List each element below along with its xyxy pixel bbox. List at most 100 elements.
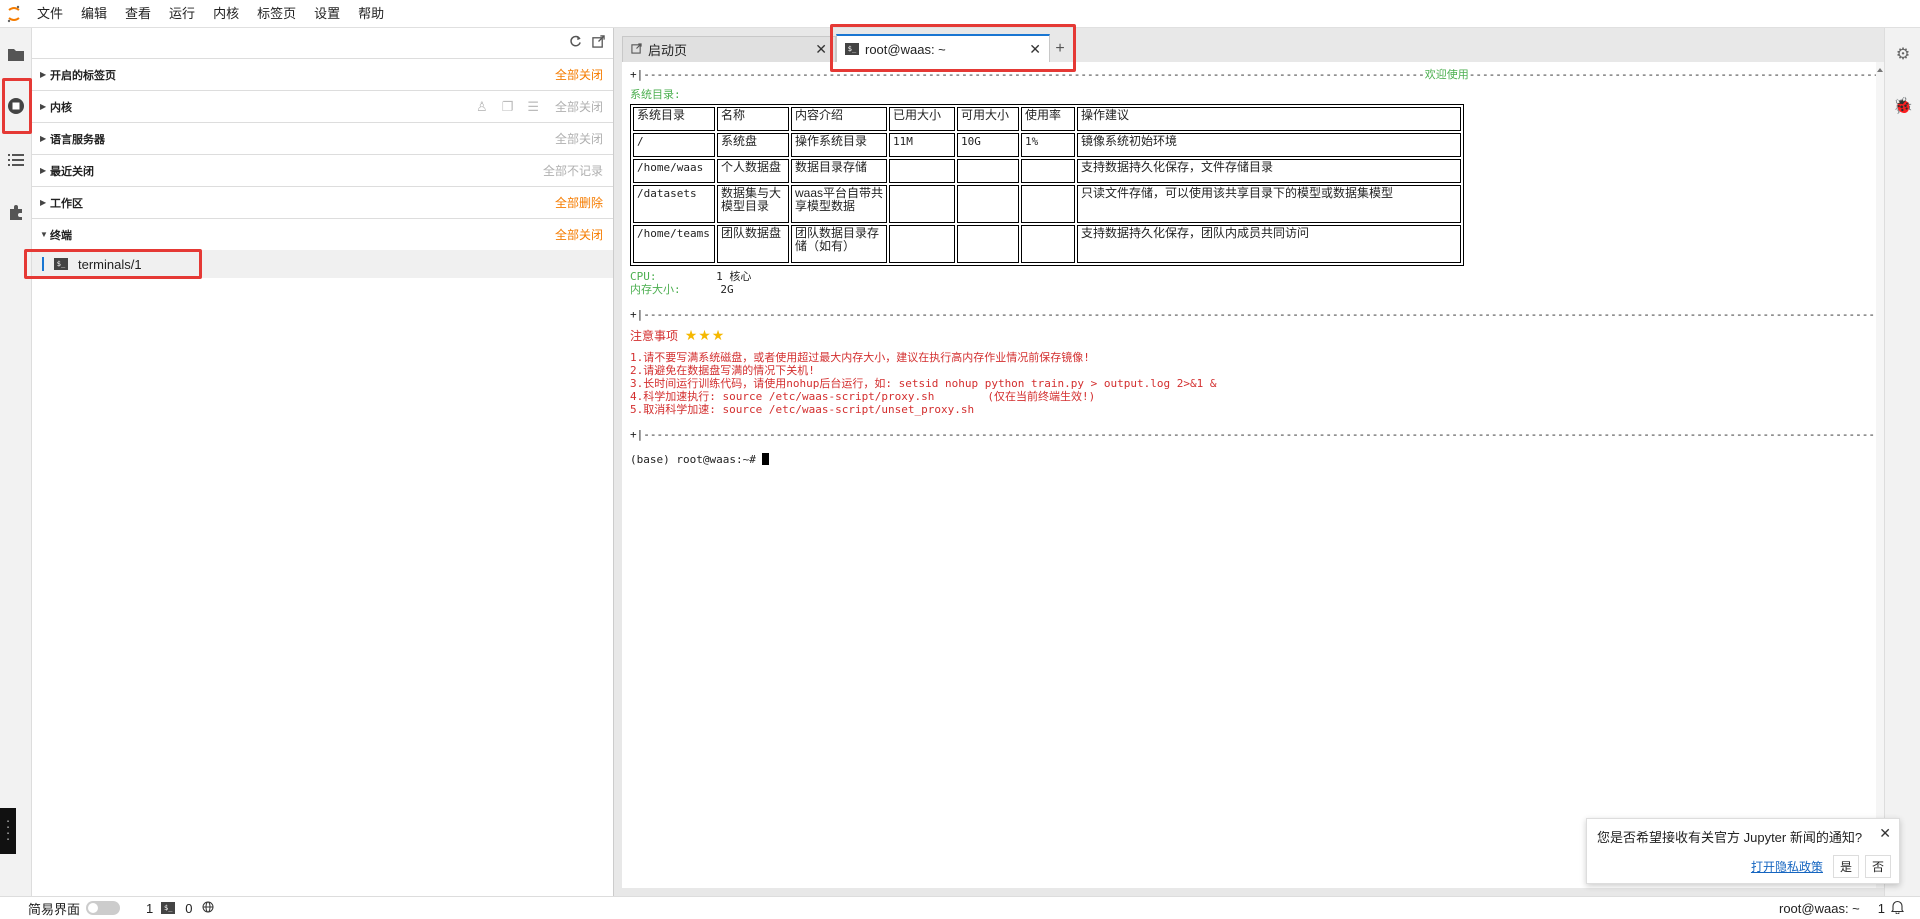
- tab-launcher[interactable]: 启动页 ✕: [622, 36, 836, 62]
- terminal-icon: $_: [161, 902, 176, 914]
- section-title: 内核: [50, 101, 72, 114]
- tab-terminal[interactable]: $_ root@waas: ~ ✕: [836, 34, 1050, 62]
- table-header-cell: 系统目录: [633, 107, 715, 131]
- refresh-icon[interactable]: [569, 35, 582, 51]
- terminal-output[interactable]: +|--------------------------------------…: [622, 62, 1876, 888]
- terminal-list-item[interactable]: $_ terminals/1: [32, 250, 613, 278]
- caret-right-icon: ▶: [40, 102, 47, 111]
- table-header-cell: 可用大小: [957, 107, 1019, 131]
- menu-run[interactable]: 运行: [160, 0, 204, 28]
- cpu-line: CPU: 1 核心: [630, 270, 752, 283]
- list-icon[interactable]: ☰: [527, 99, 539, 115]
- table-header-cell: 名称: [717, 107, 789, 131]
- notice-item: 1.请不要写满系统磁盘，或者使用超过最大内存大小，建议在执行高内存作业情况前保存…: [630, 351, 1090, 364]
- section-title: 最近关闭: [50, 165, 94, 178]
- section-open-tabs[interactable]: ▶ 开启的标签页 全部关闭: [32, 58, 613, 90]
- section-title: 工作区: [50, 197, 83, 210]
- table-cell: [957, 185, 1019, 223]
- memory-line: 内存大小: 2G: [630, 283, 734, 296]
- delete-all-workspaces-button[interactable]: 全部删除: [555, 194, 603, 211]
- copy-icon[interactable]: ❐: [502, 99, 514, 115]
- sidebar-widget-badge: ▪▪▪▪: [0, 808, 16, 854]
- section-recently-closed[interactable]: ▶ 最近关闭 全部不记录: [32, 154, 613, 186]
- terminal-scrollbar[interactable]: [1876, 62, 1884, 888]
- table-cell: 1%: [1021, 133, 1075, 157]
- table-cell: 系统盘: [717, 133, 789, 157]
- table-of-contents-icon[interactable]: [0, 142, 32, 178]
- menu-kernel[interactable]: 内核: [204, 0, 248, 28]
- section-kernels[interactable]: ▶ 内核 ♙ ❐ ☰ 全部关闭: [32, 90, 613, 122]
- privacy-policy-link[interactable]: 打开隐私政策: [1747, 856, 1827, 877]
- simple-mode-label: 简易界面: [28, 901, 81, 917]
- folder-icon[interactable]: [0, 36, 32, 72]
- table-header-cell: 已用大小: [889, 107, 955, 131]
- table-row: /datasets 数据集与大模型目录 waas平台自带共享模型数据 只读文件存…: [633, 185, 1461, 223]
- forget-all-button[interactable]: 全部不记录: [543, 162, 603, 179]
- running-sessions-panel: ▶ 开启的标签页 全部关闭 ▶ 内核 ♙ ❐ ☰ 全部关闭 ▶ 语言服务器 全部…: [32, 28, 614, 896]
- jupyter-logo-icon: [0, 0, 28, 28]
- table-cell: 镜像系统初始环境: [1077, 133, 1461, 157]
- close-icon[interactable]: ✕: [1029, 41, 1041, 58]
- no-button[interactable]: 否: [1864, 855, 1891, 878]
- close-icon[interactable]: ✕: [815, 41, 827, 58]
- table-header-cell: 使用率: [1021, 107, 1075, 131]
- menu-tabs[interactable]: 标签页: [248, 0, 305, 28]
- news-notification: 您是否希望接收有关官方 Jupyter 新闻的通知? ✕ 打开隐私政策 是 否: [1586, 818, 1900, 884]
- table-cell: /: [633, 133, 715, 157]
- table-cell: 支持数据持久化保存，文件存储目录: [1077, 159, 1461, 183]
- close-all-tabs-button[interactable]: 全部关闭: [555, 66, 603, 83]
- caret-right-icon: ▶: [40, 166, 47, 175]
- notice-item: 2.请避免在数据盘写满的情况下关机!: [630, 364, 815, 377]
- extension-manager-icon[interactable]: [0, 194, 32, 230]
- menu-help[interactable]: 帮助: [349, 0, 393, 28]
- close-icon[interactable]: ✕: [1879, 825, 1891, 842]
- terminal-icon: $_: [845, 43, 859, 55]
- table-cell: [957, 159, 1019, 183]
- notification-count[interactable]: 1: [1878, 901, 1885, 916]
- caret-right-icon: ▶: [40, 134, 47, 143]
- section-divider: +|--------------------------------------…: [630, 428, 1876, 441]
- section-title: 终端: [50, 229, 72, 242]
- table-cell: /datasets: [633, 185, 715, 223]
- yes-button[interactable]: 是: [1832, 855, 1859, 878]
- debugger-icon[interactable]: 🐞: [1885, 88, 1920, 124]
- shutdown-all-kernels-button[interactable]: 全部关闭: [555, 98, 603, 115]
- open-external-icon[interactable]: [592, 35, 605, 51]
- menu-edit[interactable]: 编辑: [72, 0, 116, 28]
- bell-icon[interactable]: [1890, 900, 1905, 917]
- table-header-cell: 内容介绍: [791, 107, 887, 131]
- table-cell: 支持数据持久化保存，团队内成员共同访问: [1077, 225, 1461, 263]
- left-activity-bar: ▪▪▪▪: [0, 28, 32, 896]
- notice-item: 4.科学加速执行: source /etc/waas-script/proxy.…: [630, 390, 1096, 403]
- table-cell: 只读文件存储，可以使用该共享目录下的模型或数据集模型: [1077, 185, 1461, 223]
- table-cell: waas平台自带共享模型数据: [791, 185, 887, 223]
- property-inspector-icon[interactable]: ⚙: [1885, 36, 1920, 72]
- clean-icon[interactable]: ♙: [476, 99, 488, 115]
- main-area: 启动页 ✕ $_ root@waas: ~ ✕ + +|------------…: [614, 28, 1884, 896]
- simple-mode-toggle[interactable]: [86, 901, 121, 915]
- menu-file[interactable]: 文件: [28, 0, 72, 28]
- close-all-terminals-button[interactable]: 全部关闭: [555, 226, 603, 243]
- table-cell: [1021, 185, 1075, 223]
- section-language-servers[interactable]: ▶ 语言服务器 全部关闭: [32, 122, 613, 154]
- table-cell: 数据集与大模型目录: [717, 185, 789, 223]
- kernel-count[interactable]: 1: [146, 901, 153, 916]
- table-cell: [889, 225, 955, 263]
- section-workspaces[interactable]: ▶ 工作区 全部删除: [32, 186, 613, 218]
- shell-prompt[interactable]: (base) root@waas:~#: [630, 453, 1868, 466]
- notice-item: 5.取消科学加速: source /etc/waas-script/unset_…: [630, 403, 975, 416]
- section-terminals[interactable]: ▼ 终端 全部关闭: [32, 218, 613, 250]
- active-indicator: [42, 257, 44, 271]
- table-cell: [1021, 159, 1075, 183]
- table-cell: /home/waas: [633, 159, 715, 183]
- running-sessions-icon[interactable]: [0, 88, 32, 124]
- notification-message: 您是否希望接收有关官方 Jupyter 新闻的通知?: [1597, 830, 1863, 845]
- menu-settings[interactable]: 设置: [305, 0, 349, 28]
- globe-icon[interactable]: [202, 901, 214, 916]
- section-title: 语言服务器: [50, 133, 105, 146]
- section-divider: +|--------------------------------------…: [630, 308, 1876, 321]
- menu-view[interactable]: 查看: [116, 0, 160, 28]
- terminal-count[interactable]: 0: [185, 901, 192, 916]
- close-all-servers-button[interactable]: 全部关闭: [555, 130, 603, 147]
- add-tab-button[interactable]: +: [1050, 36, 1070, 62]
